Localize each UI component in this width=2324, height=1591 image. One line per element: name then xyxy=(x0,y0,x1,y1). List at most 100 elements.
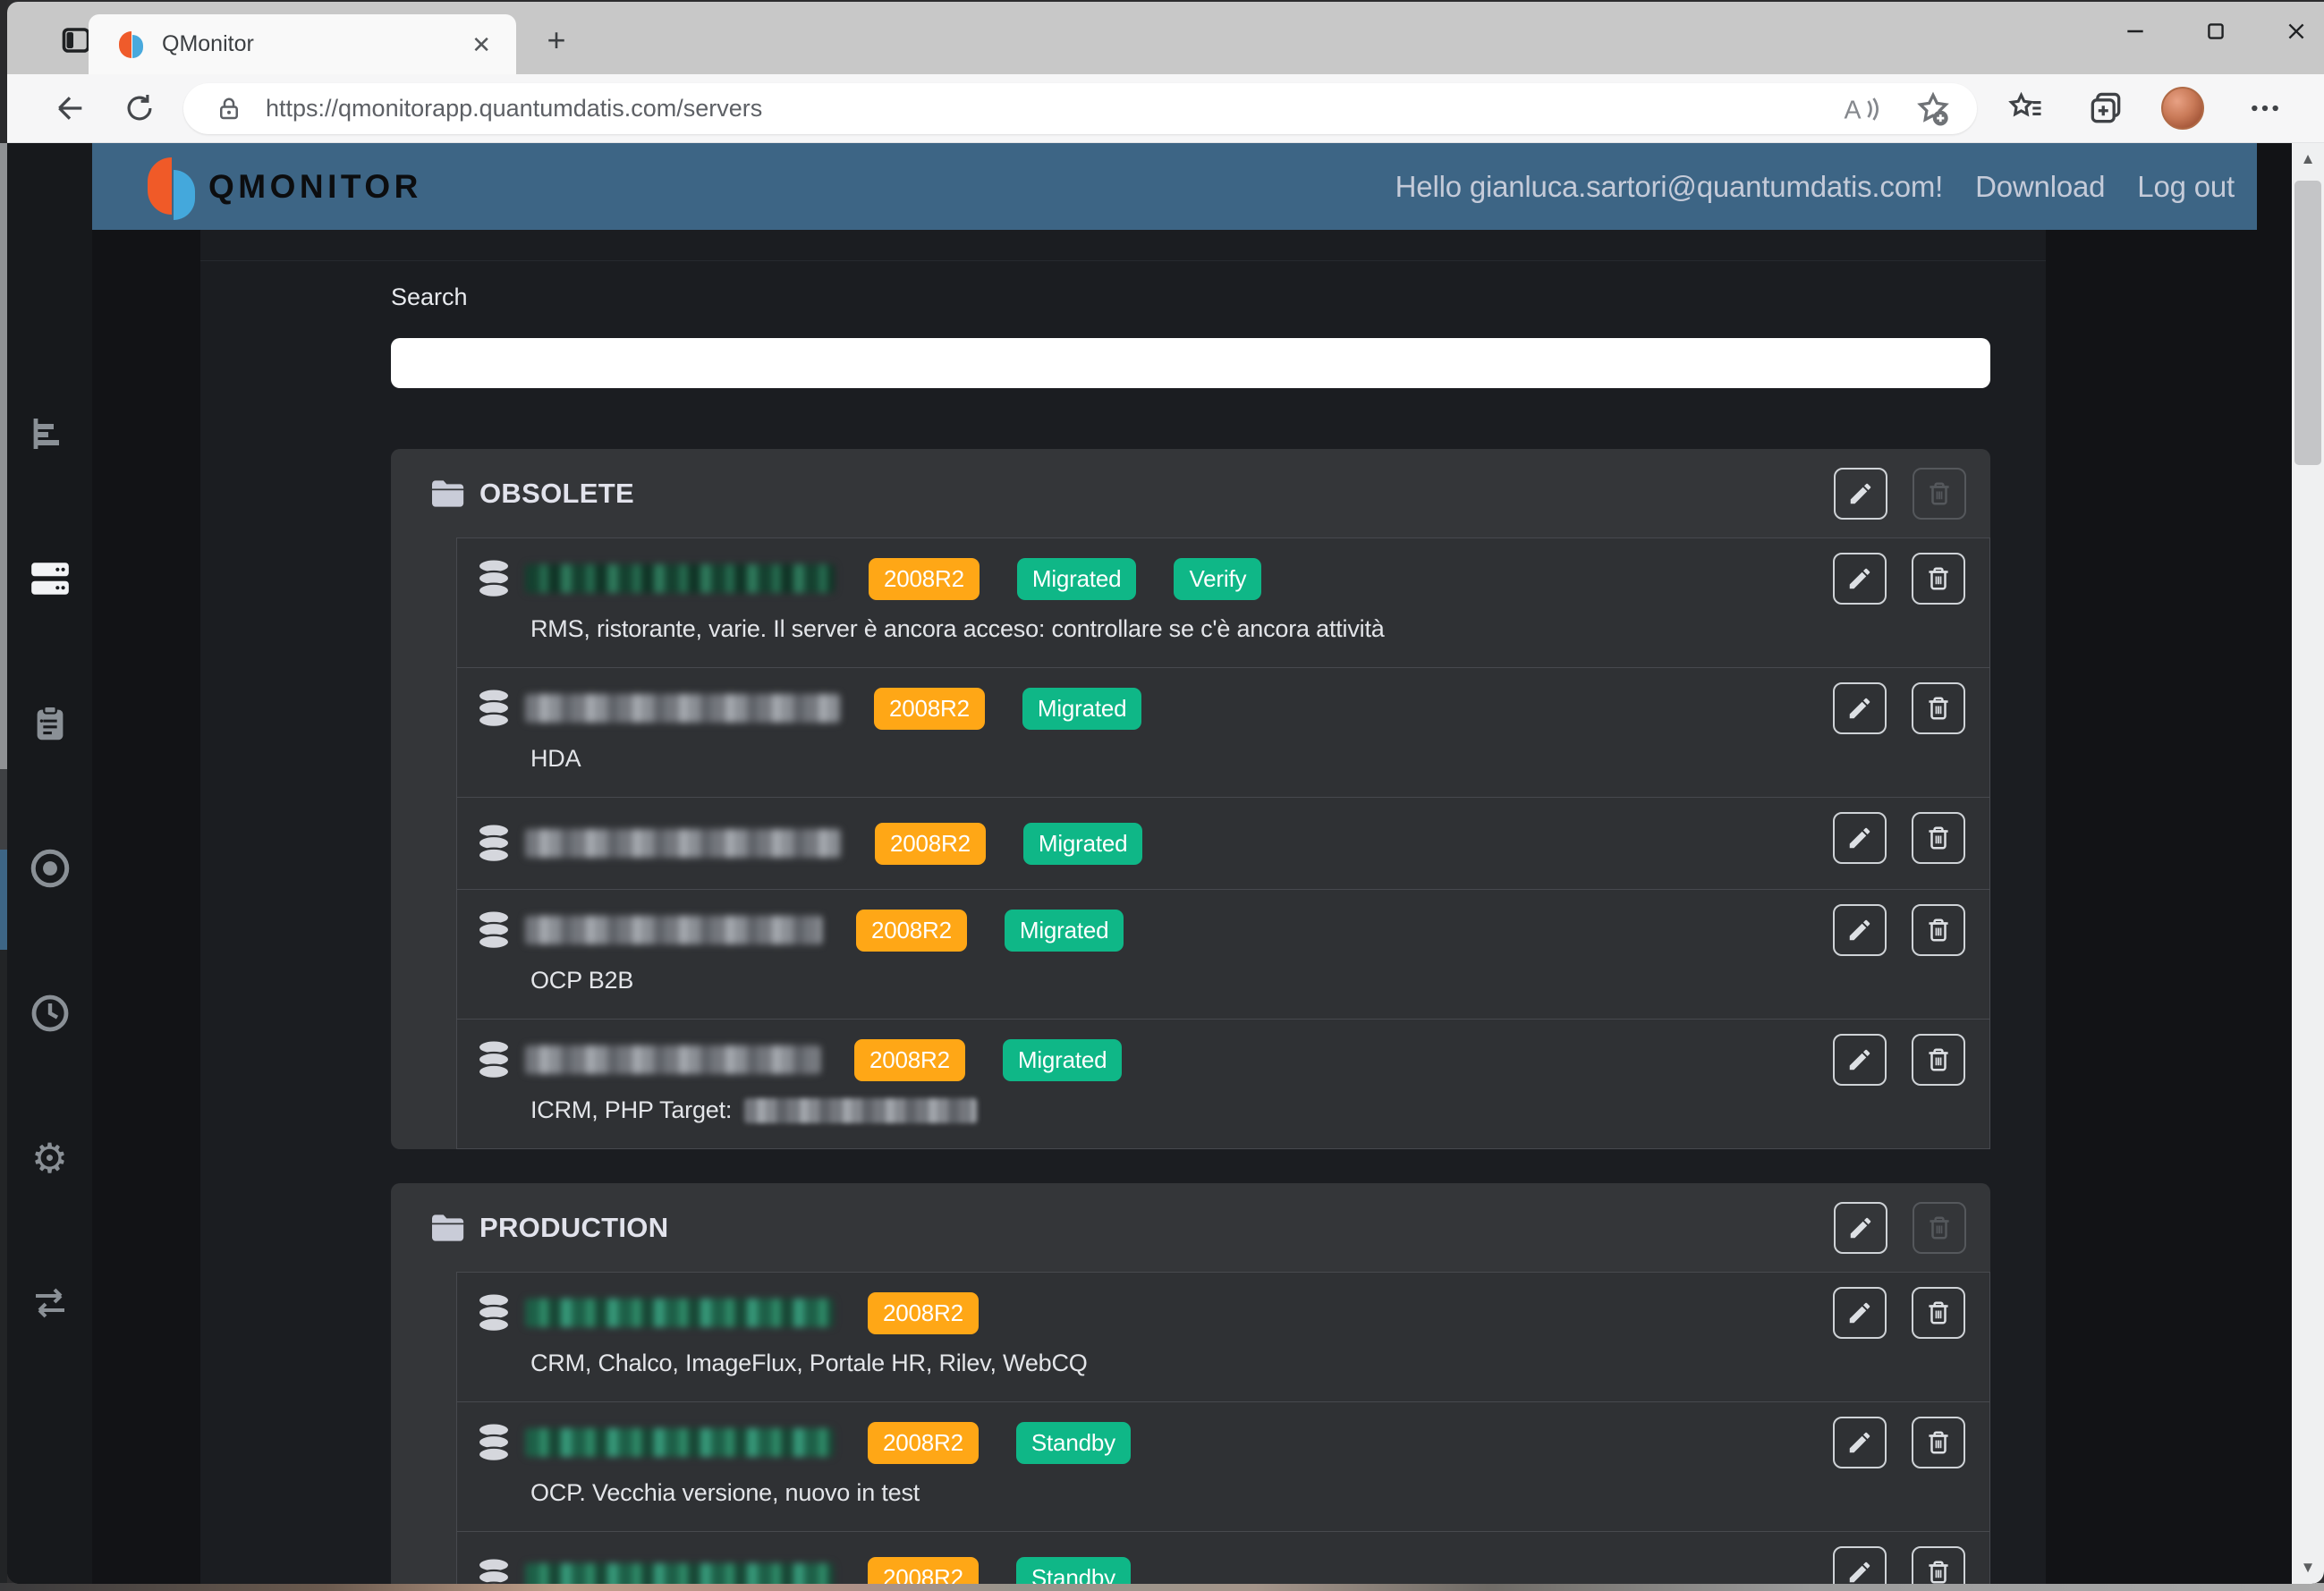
screen-edge-segment xyxy=(0,769,7,850)
profile-avatar[interactable] xyxy=(2161,87,2204,130)
pencil-icon xyxy=(1846,917,1873,944)
status-badge: Migrated xyxy=(1023,823,1143,865)
server-description: CRM, Chalco, ImageFlux, Portale HR, Rile… xyxy=(530,1350,1975,1377)
star-plus-icon xyxy=(1913,89,1953,129)
screen-edge-segment xyxy=(0,950,7,1591)
tab-layout-icon xyxy=(60,24,92,56)
server-name-redacted[interactable] xyxy=(525,829,841,858)
group-header: PRODUCTION xyxy=(391,1183,1990,1273)
collections-button[interactable] xyxy=(2084,87,2127,130)
server-row: 2008R2Migrated HDA xyxy=(456,667,1990,798)
url-text[interactable]: https://qmonitorapp.quantumdatis.com/ser… xyxy=(266,95,762,123)
search-input[interactable] xyxy=(391,338,1990,388)
download-link[interactable]: Download xyxy=(1975,170,2105,204)
scrollbar-thumb[interactable] xyxy=(2294,181,2321,465)
settings-menu-button[interactable] xyxy=(2243,87,2286,130)
description-redacted xyxy=(744,1098,977,1123)
badge-list: 2008R2Migrated xyxy=(854,1039,1122,1081)
delete-server-button[interactable] xyxy=(1912,1287,1965,1339)
delete-server-button[interactable] xyxy=(1912,682,1965,734)
scroll-down-arrow-icon[interactable]: ▼ xyxy=(2292,1552,2324,1584)
edit-group-button[interactable] xyxy=(1834,468,1887,520)
server-name-redacted[interactable] xyxy=(525,1045,820,1074)
edit-server-button[interactable] xyxy=(1833,1034,1887,1086)
tab-close-icon[interactable]: ✕ xyxy=(471,33,491,56)
status-badge: Standby xyxy=(1016,1557,1131,1585)
delete-server-button[interactable] xyxy=(1912,812,1965,864)
server-name-redacted[interactable] xyxy=(525,564,835,593)
server-name-redacted[interactable] xyxy=(525,1299,834,1327)
qmonitor-logo-icon xyxy=(148,150,199,224)
transfer-arrows-icon xyxy=(29,1282,72,1324)
delete-server-button[interactable] xyxy=(1912,904,1965,956)
badge-list: 2008R2 xyxy=(868,1292,979,1334)
server-row: 2008R2Standby OCP. Vecchia versione, nuo… xyxy=(456,1401,1990,1532)
app-sidebar: ⚙ xyxy=(7,143,92,1584)
clipboard-icon xyxy=(30,703,71,744)
screen-left-edge xyxy=(0,0,7,1591)
badge-list: 2008R2Standby xyxy=(868,1422,1131,1464)
server-groups: OBSOLETE xyxy=(391,449,1990,1584)
page-scrollbar[interactable]: ▲ ▼ xyxy=(2292,143,2324,1584)
ellipsis-icon xyxy=(2247,90,2283,126)
browser-tab[interactable]: QMonitor ✕ xyxy=(89,14,516,74)
window-minimize-button[interactable] xyxy=(2120,16,2150,47)
badge-list: 2008R2Migrated xyxy=(856,910,1124,952)
add-favorite-button[interactable] xyxy=(1913,89,1954,130)
back-arrow-icon xyxy=(52,90,88,126)
edit-server-button[interactable] xyxy=(1833,553,1887,605)
read-aloud-button[interactable]: A xyxy=(1841,89,1882,130)
delete-server-button[interactable] xyxy=(1912,1034,1965,1086)
window-maximize-button[interactable] xyxy=(2201,16,2231,47)
server-name-redacted[interactable] xyxy=(525,694,840,723)
search-label: Search xyxy=(391,284,468,311)
server-row: 2008R2Migrated ICRM, PHP Target: xyxy=(456,1019,1990,1149)
app-header: QMONITOR Hello gianluca.sartori@quantumd… xyxy=(92,143,2257,230)
divider xyxy=(200,260,2046,261)
delete-server-button[interactable] xyxy=(1912,1546,1965,1584)
edit-server-button[interactable] xyxy=(1833,812,1887,864)
app-logo[interactable]: QMONITOR xyxy=(148,150,422,224)
delete-server-button[interactable] xyxy=(1912,1417,1965,1468)
edit-group-button[interactable] xyxy=(1834,1202,1887,1254)
sidebar-item-servers[interactable] xyxy=(23,552,77,605)
os-badge: 2008R2 xyxy=(874,688,985,730)
sidebar-item-reports[interactable] xyxy=(23,697,77,750)
collections-icon xyxy=(2086,89,2125,128)
browser-toolbar: https://qmonitorapp.quantumdatis.com/ser… xyxy=(7,74,2324,143)
favorites-button[interactable] xyxy=(2005,87,2048,130)
edit-server-button[interactable] xyxy=(1833,1546,1887,1584)
sidebar-item-history[interactable] xyxy=(23,986,77,1040)
sidebar-item-dashboard[interactable] xyxy=(23,407,77,461)
sidebar-item-monitoring[interactable] xyxy=(23,842,77,895)
os-badge: 2008R2 xyxy=(856,910,967,952)
desktop-wallpaper-sliver xyxy=(0,1583,2324,1591)
address-bar[interactable]: https://qmonitorapp.quantumdatis.com/ser… xyxy=(183,83,1977,134)
edit-server-button[interactable] xyxy=(1833,904,1887,956)
trash-icon xyxy=(1925,1559,1952,1584)
new-tab-button[interactable]: + xyxy=(537,25,576,57)
refresh-button[interactable] xyxy=(118,87,161,130)
delete-server-button[interactable] xyxy=(1912,553,1965,605)
server-name-redacted[interactable] xyxy=(525,1563,834,1584)
edit-server-button[interactable] xyxy=(1833,1417,1887,1468)
pencil-icon xyxy=(1846,1429,1873,1456)
edit-server-button[interactable] xyxy=(1833,1287,1887,1339)
server-name-redacted[interactable] xyxy=(525,916,822,944)
server-row: 2008R2Migrated xyxy=(456,797,1990,890)
server-name-redacted[interactable] xyxy=(525,1428,834,1457)
browser-titlebar: QMonitor ✕ + xyxy=(7,2,2324,74)
window-close-button[interactable] xyxy=(2281,16,2311,47)
back-button[interactable] xyxy=(48,87,91,130)
group-title: OBSOLETE xyxy=(479,478,634,510)
trash-icon xyxy=(1926,1214,1953,1241)
sidebar-item-transfers[interactable] xyxy=(23,1276,77,1330)
pencil-icon xyxy=(1846,1299,1873,1326)
favorites-star-icon xyxy=(2006,89,2046,128)
database-icon xyxy=(477,1422,511,1463)
edit-server-button[interactable] xyxy=(1833,682,1887,734)
logout-link[interactable]: Log out xyxy=(2137,170,2235,204)
scroll-up-arrow-icon[interactable]: ▲ xyxy=(2292,143,2324,175)
database-icon xyxy=(477,688,511,729)
sidebar-item-settings[interactable]: ⚙ xyxy=(23,1131,77,1185)
